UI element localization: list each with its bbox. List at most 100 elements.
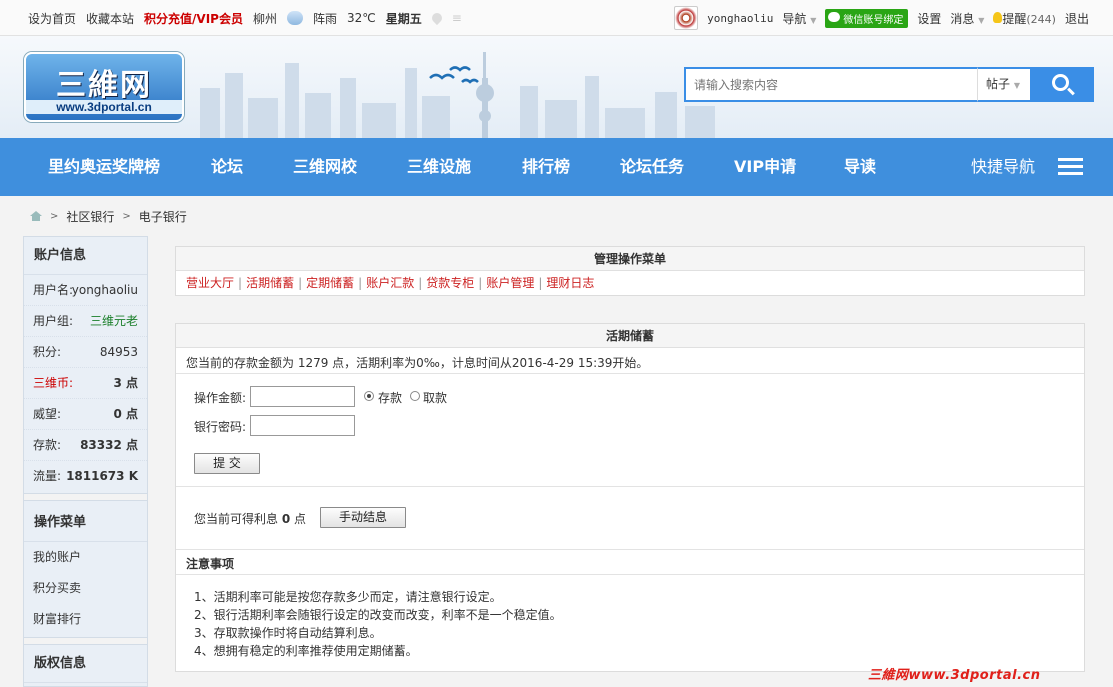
note-line: 1、活期利率可能是按您存款多少而定，请注意银行设定。: [194, 590, 502, 604]
avatar[interactable]: [674, 6, 699, 30]
copyright-title: 版权信息: [24, 645, 147, 683]
city-label: 柳州: [252, 11, 277, 26]
breadcrumb-community-bank[interactable]: 社区银行: [66, 208, 114, 225]
sidebar-my-account[interactable]: 我的账户: [24, 542, 147, 573]
account-row-prestige: 威望: 0 点: [24, 399, 147, 430]
account-info-title: 账户信息: [24, 237, 147, 275]
account-row-coins: 三维币: 3 点: [24, 368, 147, 399]
account-row-deposit: 存款: 83332 点: [24, 430, 147, 461]
management-menu-panel: 管理操作菜单 营业大厅 | 活期储蓄 | 定期储蓄 | 账户汇款 | 贷款专柜 | 账户管理 | 理财日…: [175, 246, 1085, 296]
savings-title: 活期储蓄: [176, 324, 1084, 348]
account-label: 积分:: [33, 345, 62, 359]
deposit-radio[interactable]: [364, 391, 374, 401]
sidebar-divider: [24, 493, 147, 501]
sidebar-points-trade[interactable]: 积分买卖: [24, 573, 147, 604]
account-row-points: 积分: 84953: [24, 337, 147, 368]
menu-link-remittance[interactable]: 账户汇款: [366, 276, 414, 290]
settle-interest-button[interactable]: 手动结息: [320, 507, 406, 528]
account-row-group: 用户组: 三维元老: [24, 306, 147, 337]
top-bar-left: 设为首页 收藏本站 积分充值/VIP会员 柳州 阵雨 32℃ 星期五 ≡: [28, 0, 462, 36]
menu-link-demand-savings[interactable]: 活期储蓄: [246, 276, 294, 290]
menu-icon[interactable]: ≡: [452, 11, 462, 25]
nav-school[interactable]: 三维网校: [293, 138, 357, 196]
logo-url: www.3dportal.cn: [26, 100, 182, 114]
management-menu-links: 营业大厅 | 活期储蓄 | 定期储蓄 | 账户汇款 | 贷款专柜 | 账户管理 | 理财日志: [186, 276, 595, 290]
remind-link[interactable]: 提醒(244): [993, 10, 1056, 27]
nav-olympics-medals[interactable]: 里约奥运奖牌榜: [48, 138, 160, 196]
account-label: 用户组:: [33, 314, 74, 328]
nav-facilities[interactable]: 三维设施: [407, 138, 471, 196]
nav-rankings[interactable]: 排行榜: [522, 138, 570, 196]
note-line: 3、存取款操作时将自动结算利息。: [194, 626, 382, 640]
chevron-right-icon: >: [122, 210, 131, 222]
vip-link[interactable]: 积分充值/VIP会员: [144, 10, 243, 27]
menu-link-loans[interactable]: 贷款专柜: [426, 276, 474, 290]
breadcrumb-ebank[interactable]: 电子银行: [139, 208, 187, 225]
main-nav: 里约奥运奖牌榜 论坛 三维网校 三维设施 排行榜 论坛任务 VIP申请 导读 快…: [0, 138, 1113, 196]
set-homepage-link[interactable]: 设为首页: [28, 10, 76, 27]
account-value: 0 点: [113, 407, 138, 421]
management-menu-title: 管理操作菜单: [176, 247, 1084, 271]
account-value: yonghaoliu: [71, 283, 138, 297]
account-value: 1811673 K: [66, 469, 138, 483]
top-bar: 设为首页 收藏本站 积分充值/VIP会员 柳州 阵雨 32℃ 星期五 ≡ yon…: [0, 0, 1113, 36]
note-line: 2、银行活期利率会随银行设定的改变而改变，利率不是一个稳定值。: [194, 608, 562, 622]
menu-link-fixed-savings[interactable]: 定期储蓄: [306, 276, 354, 290]
sidebar-wealth-ranking[interactable]: 财富排行: [24, 604, 147, 635]
withdraw-label: 取款: [423, 391, 448, 405]
nav-forum-tasks[interactable]: 论坛任务: [620, 138, 684, 196]
settings-link[interactable]: 设置: [917, 10, 941, 27]
amount-input[interactable]: [250, 386, 355, 407]
breadcrumb: > 社区银行 > 电子银行: [30, 206, 187, 226]
account-value: 84953: [99, 345, 138, 359]
savings-info: 您当前的存款金额为 1279 点，活期利率为0‰，计息时间从2016-4-29 …: [186, 356, 649, 370]
wechat-bind-button[interactable]: 微信账号绑定: [825, 8, 909, 28]
submit-button[interactable]: 提 交: [194, 453, 260, 474]
search-input[interactable]: [684, 67, 978, 102]
account-label: 威望:: [33, 407, 62, 421]
messages-dropdown[interactable]: 消息 ▼: [950, 10, 984, 27]
nav-forum[interactable]: 论坛: [211, 138, 243, 196]
messages-label: 消息: [950, 11, 975, 26]
header-banner: 三維网 www.3dportal.cn 帖子 ▼: [0, 36, 1113, 138]
ops-menu-title: 操作菜单: [24, 504, 147, 542]
withdraw-radio[interactable]: [410, 391, 420, 401]
password-input[interactable]: [250, 415, 355, 436]
menu-link-account-management[interactable]: 账户管理: [486, 276, 534, 290]
interest-text: 您当前可得利息 0 点: [194, 510, 306, 527]
chevron-down-icon: ▼: [1013, 81, 1020, 90]
sidebar: 账户信息 用户名: yonghaoliu 用户组: 三维元老 积分: 84953…: [23, 236, 148, 687]
account-label: 存款:: [33, 438, 62, 452]
home-icon[interactable]: [30, 211, 42, 221]
menu-link-lobby[interactable]: 营业大厅: [186, 276, 234, 290]
password-label: 银行密码:: [194, 420, 247, 434]
site-watermark: 三維网www.3dportal.cn: [868, 668, 1041, 683]
account-value: 83332 点: [80, 438, 138, 452]
account-row-username: 用户名: yonghaoliu: [24, 275, 147, 306]
username-link[interactable]: yonghaoliu: [707, 12, 773, 25]
wechat-icon: [828, 11, 841, 22]
chevron-down-icon: ▼: [810, 15, 817, 25]
search-button[interactable]: [1030, 67, 1094, 102]
skyline-illustration: [200, 52, 715, 138]
nav-guide[interactable]: 导读: [844, 138, 876, 196]
note-line: 4、想拥有稳定的利率推荐使用定期储蓄。: [194, 644, 418, 658]
search-type-select[interactable]: 帖子 ▼: [977, 67, 1030, 102]
nav-dropdown-label: 导航: [782, 11, 807, 26]
nav-vip-apply[interactable]: VIP申请: [734, 138, 796, 196]
weekday-label: 星期五: [385, 11, 422, 26]
quick-nav-label[interactable]: 快捷导航: [971, 138, 1035, 196]
site-logo[interactable]: 三維网 www.3dportal.cn: [24, 52, 184, 122]
search-bar: 帖子 ▼: [684, 67, 1094, 102]
logout-link[interactable]: 退出: [1065, 10, 1089, 27]
amount-label: 操作金额:: [194, 391, 247, 405]
menu-link-finance-log[interactable]: 理财日志: [546, 276, 594, 290]
bookmark-link[interactable]: 收藏本站: [86, 10, 134, 27]
wechat-bind-label: 微信账号绑定: [843, 14, 904, 26]
location-pin-icon[interactable]: [429, 10, 444, 26]
list-icon[interactable]: [1058, 158, 1083, 176]
nav-dropdown[interactable]: 导航 ▼: [782, 10, 816, 27]
chevron-down-icon: ▼: [978, 15, 985, 25]
account-value: 三维元老: [89, 314, 138, 328]
top-bar-right: yonghaoliu 导航 ▼ 微信账号绑定 设置 消息 ▼ 提醒(244) 退…: [674, 0, 1089, 36]
